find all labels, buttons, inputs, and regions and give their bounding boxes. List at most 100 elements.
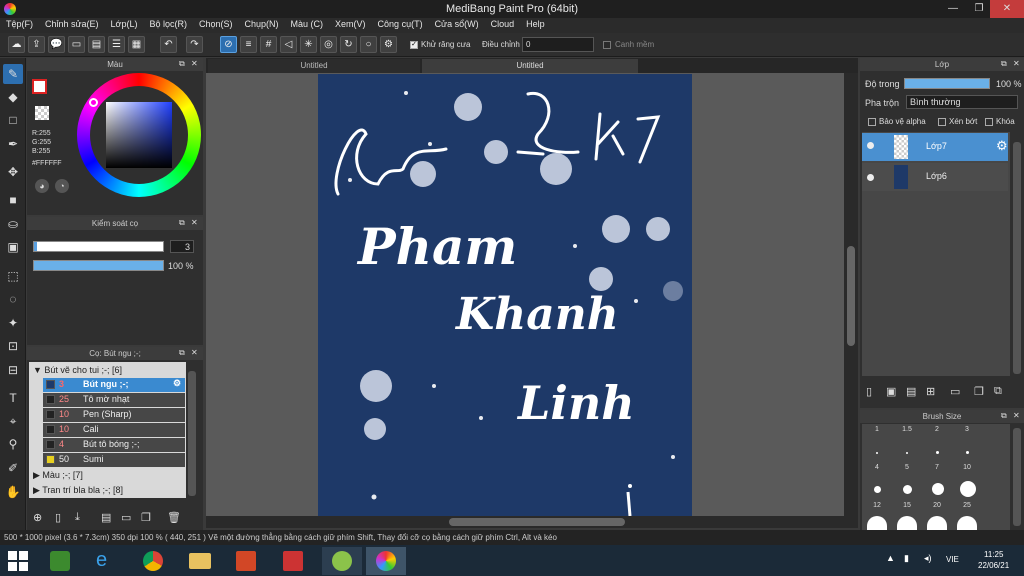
input-language[interactable]: VIE: [946, 555, 959, 564]
eyedropper-tool-icon[interactable]: ✐: [3, 458, 23, 478]
concentric-snap-icon[interactable]: ◎: [320, 36, 337, 53]
palette-add-icon[interactable]: ◔: [55, 179, 69, 193]
panel-undock-icon[interactable]: ⧉: [179, 218, 185, 228]
bucket-tool-icon[interactable]: ⛀: [3, 214, 23, 234]
saturation-value-square[interactable]: [106, 102, 172, 168]
lock-checkbox[interactable]: [985, 118, 993, 126]
vertical-scrollbar[interactable]: [844, 73, 858, 516]
brush-group-header[interactable]: ▶ Tran trí bla bla ;-; [8]: [29, 483, 186, 497]
tray-up-arrow-icon[interactable]: ▲: [886, 553, 895, 563]
merge-layer-icon[interactable]: ⧉: [994, 385, 1002, 398]
share-icon[interactable]: ⇪: [28, 36, 45, 53]
brush-size-scrollbar[interactable]: [1013, 428, 1021, 526]
file-explorer-icon[interactable]: [189, 553, 211, 569]
parallel-snap-icon[interactable]: ≡: [240, 36, 257, 53]
hand-tool-icon[interactable]: ✋: [3, 482, 23, 502]
chrome-icon[interactable]: [143, 551, 163, 571]
size-cell[interactable]: 3: [952, 426, 982, 446]
smooth-checkbox[interactable]: [603, 41, 611, 49]
new-halftone-layer-icon[interactable]: ▣: [886, 385, 896, 398]
horizontal-scroll-thumb[interactable]: [449, 518, 625, 526]
new-1bit-layer-icon[interactable]: ▤: [906, 385, 916, 398]
antialias-checkbox[interactable]: ✓: [410, 41, 418, 49]
brush-delete-icon[interactable]: 🗑: [167, 511, 181, 524]
blend-mode-select[interactable]: Bình thường: [906, 95, 1018, 109]
chat-icon[interactable]: 💬: [48, 36, 65, 53]
list-icon[interactable]: ☰: [108, 36, 125, 53]
size-cell[interactable]: 1.5: [892, 426, 922, 446]
duplicate-layer-icon[interactable]: ❐: [974, 385, 984, 398]
brush-item[interactable]: 50 Sumi: [43, 453, 185, 467]
volume-icon[interactable]: ◂): [924, 553, 932, 564]
brush-size-value[interactable]: 3: [170, 240, 194, 253]
brush-list-scrollbar[interactable]: [188, 371, 196, 496]
menu-snap[interactable]: Chụp(N): [239, 18, 285, 33]
drawing-canvas[interactable]: Pham Khanh Linh: [318, 74, 692, 516]
protect-alpha-checkbox[interactable]: [868, 118, 876, 126]
correction-select[interactable]: 0: [522, 37, 594, 52]
pen-tool-icon[interactable]: ✒: [3, 134, 23, 154]
size-cell[interactable]: 2: [922, 426, 952, 446]
brush-folder-icon[interactable]: ▭: [121, 511, 131, 524]
foreground-color-swatch[interactable]: [32, 79, 47, 94]
close-button[interactable]: ✕: [990, 0, 1024, 18]
clipping-checkbox[interactable]: [938, 118, 946, 126]
panel-close-icon[interactable]: ✕: [191, 348, 198, 357]
grid-icon[interactable]: ▦: [128, 36, 145, 53]
layer-list-scrollbar[interactable]: [1013, 142, 1021, 374]
brush-import-icon[interactable]: ⤓: [75, 511, 80, 524]
tab-untitled-1[interactable]: Untitled: [208, 59, 420, 73]
select-pen-tool-icon[interactable]: ⊡: [3, 336, 23, 356]
eraser-tool-icon[interactable]: ◆: [3, 87, 23, 107]
powerpoint-icon[interactable]: [236, 551, 256, 571]
brush-size-slider[interactable]: [33, 241, 164, 252]
undo-icon[interactable]: ↶: [160, 36, 177, 53]
select-eraser-tool-icon[interactable]: ⊟: [3, 360, 23, 380]
brush-add-icon[interactable]: ⊕: [33, 511, 42, 524]
brush-group-header[interactable]: ▼ Bút vẽ cho tui ;-; [6]: [29, 363, 186, 377]
panel-undock-icon[interactable]: ⧉: [179, 59, 185, 69]
clock-time[interactable]: 11:25: [984, 550, 1003, 559]
panel-close-icon[interactable]: ✕: [1013, 59, 1020, 68]
brush-tool-icon[interactable]: ✎: [3, 64, 23, 84]
menu-color[interactable]: Màu (C): [285, 18, 330, 33]
size-cell[interactable]: 1: [862, 426, 892, 446]
rectangle-tool-icon[interactable]: □: [3, 110, 23, 130]
menu-view[interactable]: Xem(V): [329, 18, 372, 33]
size-cell[interactable]: 7: [922, 464, 952, 484]
brush-copy-icon[interactable]: ▤: [101, 511, 111, 524]
start-button[interactable]: [8, 551, 28, 571]
lasso-tool-icon[interactable]: ◌: [3, 289, 23, 309]
document-icon[interactable]: ▤: [88, 36, 105, 53]
cloud-icon[interactable]: ☁: [8, 36, 25, 53]
radial-snap-icon[interactable]: ✳: [300, 36, 317, 53]
layer-row-selected[interactable]: Lớp7 ⚙: [862, 133, 1008, 161]
circle-snap-icon[interactable]: ○: [360, 36, 377, 53]
panel-undock-icon[interactable]: ⧉: [1001, 59, 1007, 69]
ie-icon[interactable]: e: [96, 549, 107, 572]
move-tool-icon[interactable]: ✥: [3, 162, 23, 182]
cross-snap-icon[interactable]: #: [260, 36, 277, 53]
panel-close-icon[interactable]: ✕: [191, 59, 198, 68]
brush-item[interactable]: 10 Cali: [43, 423, 185, 437]
menu-tools[interactable]: Công cụ(T): [372, 18, 429, 33]
panel-undock-icon[interactable]: ⧉: [179, 348, 185, 358]
brush-settings-icon[interactable]: ⚙: [173, 378, 181, 389]
fill-rect-tool-icon[interactable]: ■: [3, 190, 23, 210]
minimize-button[interactable]: —: [940, 0, 966, 18]
panel-undock-icon[interactable]: ⧉: [1001, 411, 1007, 421]
palette-icon[interactable]: ◕: [35, 179, 49, 193]
panel-close-icon[interactable]: ✕: [191, 218, 198, 227]
bluestacks-icon[interactable]: [50, 551, 70, 571]
operation-tool-icon[interactable]: ⌖: [3, 411, 23, 431]
comment-icon[interactable]: ▭: [68, 36, 85, 53]
menu-window[interactable]: Cửa sổ(W): [429, 18, 485, 33]
transparent-color-swatch[interactable]: [35, 106, 49, 120]
brush-duplicate-icon[interactable]: ❐: [141, 511, 151, 524]
hue-marker[interactable]: [89, 98, 98, 107]
size-cell[interactable]: 5: [892, 464, 922, 484]
menu-select[interactable]: Chọn(S): [193, 18, 239, 33]
layer-opacity-slider[interactable]: [904, 78, 990, 89]
brush-item[interactable]: 25 Tô mờ nhạt: [43, 393, 185, 407]
layer-row[interactable]: Lớp6: [862, 163, 1008, 191]
